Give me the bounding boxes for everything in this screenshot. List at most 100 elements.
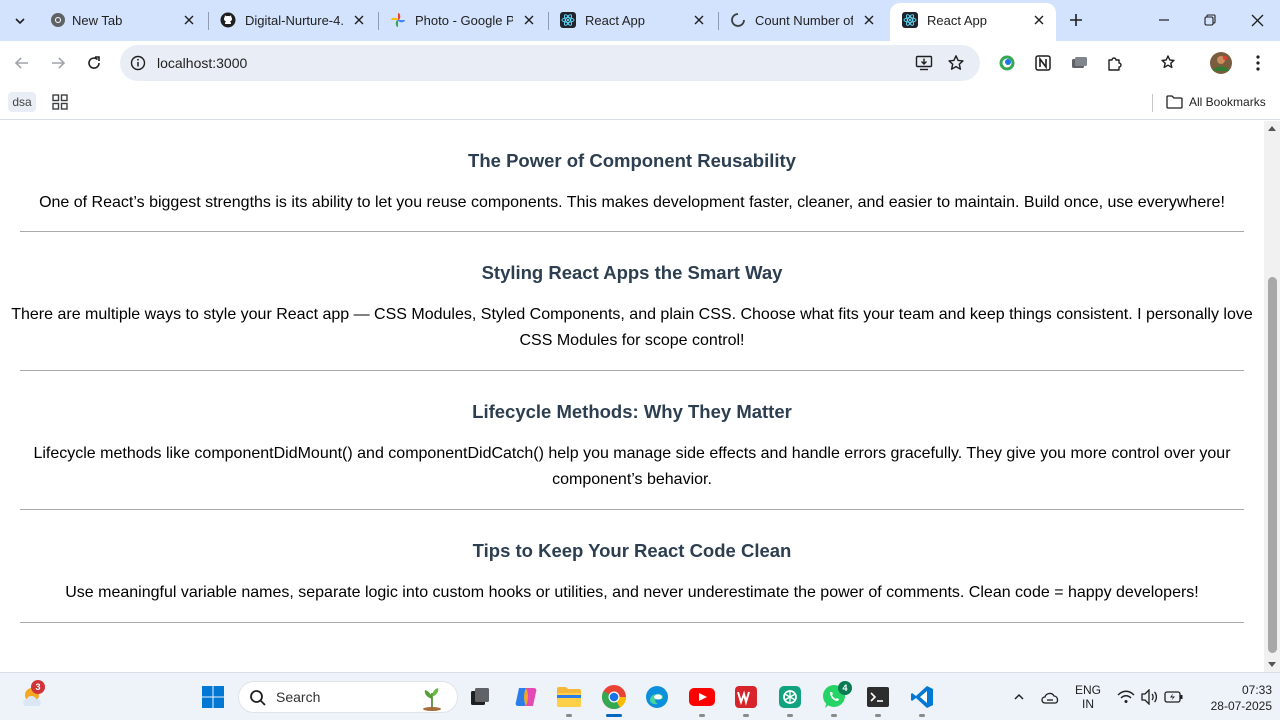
browser-toolbar: localhost:3000: [0, 41, 1280, 86]
star-icon[interactable]: [947, 54, 965, 72]
section-body: Lifecycle methods like componentDidMount…: [33, 445, 1231, 488]
install-app-icon[interactable]: [915, 54, 933, 72]
task-view-icon: [471, 688, 489, 705]
tab-react-app-1[interactable]: React App: [548, 0, 718, 41]
close-icon[interactable]: [1031, 12, 1047, 28]
bookmark-dsa[interactable]: dsa: [8, 92, 36, 112]
search-icon: [250, 690, 266, 706]
volume-icon: [1141, 689, 1158, 705]
chevron-up-icon: [1014, 693, 1024, 700]
scroll-up-arrow-icon[interactable]: [1267, 124, 1277, 132]
copilot-button[interactable]: [512, 683, 540, 711]
language-code: ENG: [1074, 683, 1101, 697]
new-tab-button[interactable]: [1064, 8, 1088, 32]
wps-office-button[interactable]: [732, 683, 760, 711]
all-bookmarks-label: All Bookmarks: [1189, 95, 1266, 109]
all-bookmarks-button[interactable]: All Bookmarks: [1166, 92, 1266, 112]
start-button[interactable]: [199, 683, 227, 711]
weather-badge: 3: [31, 680, 45, 694]
google-photos-icon: [391, 13, 405, 27]
clock-date: 28-07-2025: [1210, 699, 1272, 713]
more-vertical-icon: [1256, 55, 1260, 71]
clock[interactable]: 07:33 28-07-2025: [1192, 682, 1272, 714]
close-icon[interactable]: [521, 12, 537, 28]
tab-search-button[interactable]: [6, 7, 34, 35]
tray-overflow-button[interactable]: [1005, 683, 1033, 711]
badge-count: 4: [842, 683, 848, 693]
bookmark-label: dsa: [12, 95, 32, 109]
close-icon[interactable]: [861, 12, 877, 28]
terminal-icon: [867, 687, 889, 707]
scroll-down-arrow-icon[interactable]: [1267, 661, 1277, 669]
tab-title: Digital-Nurture-4.0: [245, 13, 343, 28]
back-button[interactable]: [10, 51, 34, 75]
windows-icon: [202, 686, 224, 708]
folder-icon: [557, 687, 581, 707]
edge-button[interactable]: [643, 683, 671, 711]
info-icon[interactable]: [130, 55, 146, 71]
address-bar[interactable]: localhost:3000: [120, 45, 980, 81]
active-indicator: [606, 714, 622, 717]
folder-icon: [1166, 95, 1183, 109]
battery-button[interactable]: [1160, 683, 1188, 711]
close-icon[interactable]: [351, 12, 367, 28]
section-heading: Tips to Keep Your React Code Clean: [472, 540, 792, 561]
tab-title: New Tab: [72, 13, 123, 28]
region-code: IN: [1082, 697, 1094, 711]
menu-button[interactable]: [1246, 51, 1270, 75]
extension-3-button[interactable]: [1067, 51, 1091, 75]
tab-digital-nurture[interactable]: Digital-Nurture-4.0: [208, 0, 378, 41]
section-heading: Styling React Apps the Smart Way: [481, 262, 783, 283]
tab-new-tab[interactable]: New Tab: [38, 0, 208, 41]
vscode-icon: [911, 686, 933, 708]
extensions-button[interactable]: [1103, 51, 1127, 75]
close-icon[interactable]: [181, 12, 197, 28]
profile-button[interactable]: [1209, 51, 1233, 75]
restore-button[interactable]: [1198, 9, 1222, 31]
chatgpt-icon: [779, 686, 801, 708]
badge-count: 3: [35, 682, 41, 692]
reload-icon: [88, 56, 100, 69]
running-indicator: [787, 714, 793, 717]
page-scrollbar[interactable]: [1264, 121, 1280, 672]
tab-count-number[interactable]: Count Number of: [718, 0, 890, 41]
forward-button[interactable]: [46, 51, 70, 75]
article-section: Styling React Apps the Smart Way There a…: [11, 232, 1253, 371]
volume-button[interactable]: [1135, 683, 1163, 711]
cloud-icon: [1041, 692, 1059, 704]
bookmarks-star-button[interactable]: [1157, 51, 1181, 75]
file-explorer-button[interactable]: [555, 683, 583, 711]
section-body: One of React’s biggest strengths is its …: [39, 194, 1225, 211]
extension-1-button[interactable]: [995, 51, 1019, 75]
language-indicator[interactable]: ENG IN: [1070, 683, 1106, 711]
url-text[interactable]: localhost:3000: [157, 55, 247, 71]
vscode-button[interactable]: [908, 683, 936, 711]
running-indicator: [875, 714, 881, 717]
tab-react-app-active[interactable]: React App: [890, 3, 1056, 41]
bookmarks-separator: [1152, 94, 1153, 112]
taskbar-search[interactable]: Search: [238, 681, 458, 713]
scrollbar-thumb[interactable]: [1268, 277, 1277, 653]
youtube-icon: [689, 688, 715, 706]
tab-google-photos[interactable]: Photo - Google Photos: [378, 0, 548, 41]
chatgpt-button[interactable]: [776, 683, 804, 711]
chrome-icon: [51, 13, 65, 27]
close-window-button[interactable]: [1245, 9, 1269, 31]
copilot-icon: [515, 688, 537, 706]
task-view-button[interactable]: [466, 683, 494, 711]
minimize-button[interactable]: [1152, 9, 1176, 31]
apps-grid-icon[interactable]: [51, 93, 69, 111]
terminal-button[interactable]: [864, 683, 892, 711]
close-icon: [1251, 14, 1263, 26]
notion-extension-button[interactable]: [1031, 51, 1055, 75]
reload-button[interactable]: [82, 51, 106, 75]
onedrive-button[interactable]: [1036, 683, 1064, 711]
plus-icon: [1070, 14, 1082, 26]
bookmarks-bar: dsa All Bookmarks: [0, 86, 1280, 120]
chrome-taskbar-button[interactable]: [600, 683, 628, 711]
youtube-button[interactable]: [688, 683, 716, 711]
battery-charging-icon: [1164, 691, 1183, 703]
windows-taskbar: 3 Search 4 ENG IN 07:33 28-07-2025: [0, 672, 1280, 720]
close-icon[interactable]: [691, 12, 707, 28]
wps-icon: [735, 686, 757, 708]
